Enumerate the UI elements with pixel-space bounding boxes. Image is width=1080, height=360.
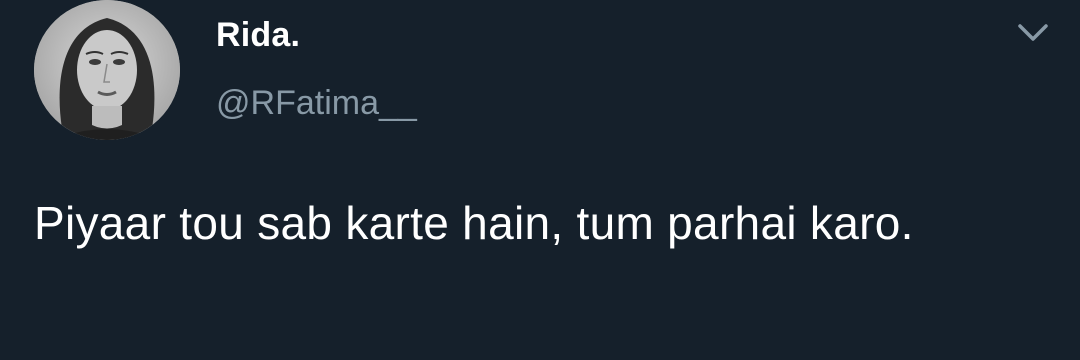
avatar-image [34, 0, 180, 140]
author-display-name[interactable]: Rida. [216, 16, 300, 55]
tweet-text: Piyaar tou sab karte hain, tum parhai ka… [34, 197, 914, 249]
tweet-card: Rida. @RFatima__ Piyaar tou sab karte ha… [0, 0, 1080, 360]
avatar[interactable] [34, 0, 180, 140]
author-handle[interactable]: @RFatima__ [216, 84, 417, 123]
chevron-down-icon[interactable] [1014, 18, 1052, 48]
